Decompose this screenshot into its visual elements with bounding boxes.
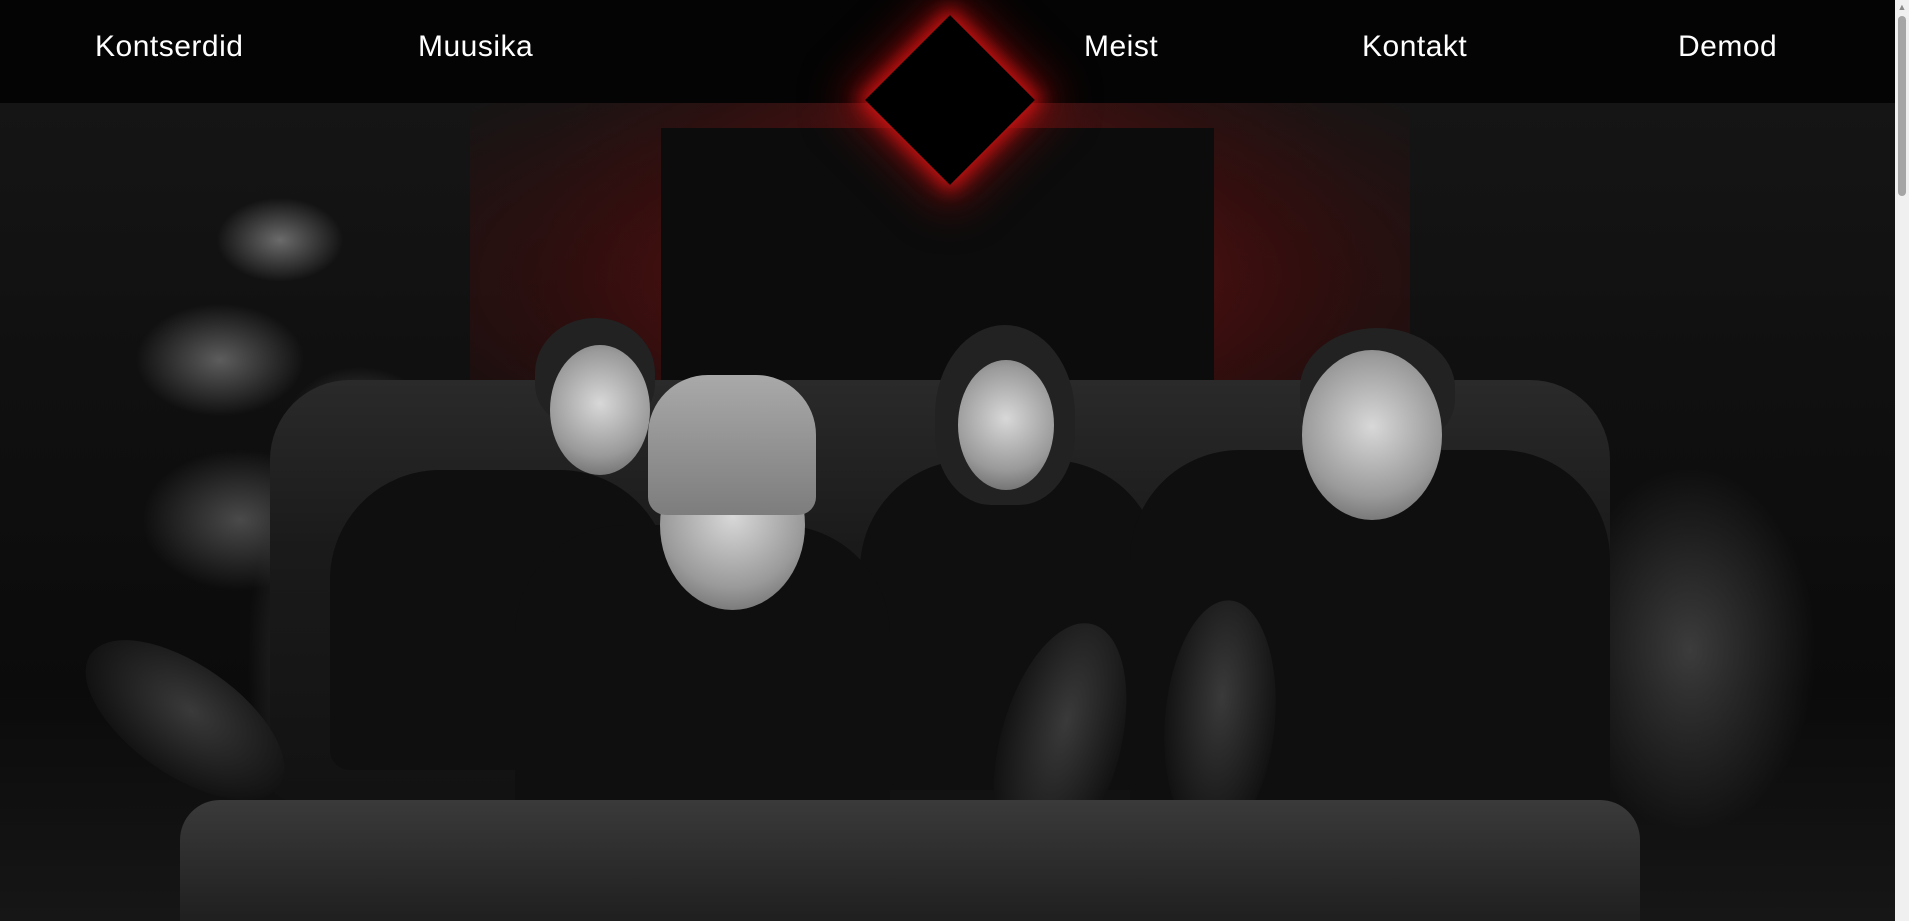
nav-link-demod[interactable]: Demod [1678, 30, 1777, 64]
logo-diamond-shape [865, 15, 1035, 185]
band-member-2-beanie [648, 375, 816, 515]
band-member-3-face [958, 360, 1054, 490]
nav-link-meist[interactable]: Meist [1084, 30, 1158, 64]
band-member-1-face [550, 345, 650, 475]
vertical-scrollbar[interactable]: ▲ [1895, 0, 1909, 921]
nav-link-kontakt[interactable]: Kontakt [1362, 30, 1467, 64]
scroll-thumb[interactable] [1898, 16, 1906, 196]
logo-diamond-icon[interactable] [855, 5, 1045, 195]
page: Kontserdid Muusika Meist Kontakt Demod ▲ [0, 0, 1909, 921]
coffee-table [180, 800, 1640, 921]
band-member-4-face [1302, 350, 1442, 520]
nav-link-kontserdid[interactable]: Kontserdid [95, 30, 243, 64]
nav-link-muusika[interactable]: Muusika [418, 30, 533, 64]
scroll-up-arrow-icon[interactable]: ▲ [1895, 0, 1909, 14]
